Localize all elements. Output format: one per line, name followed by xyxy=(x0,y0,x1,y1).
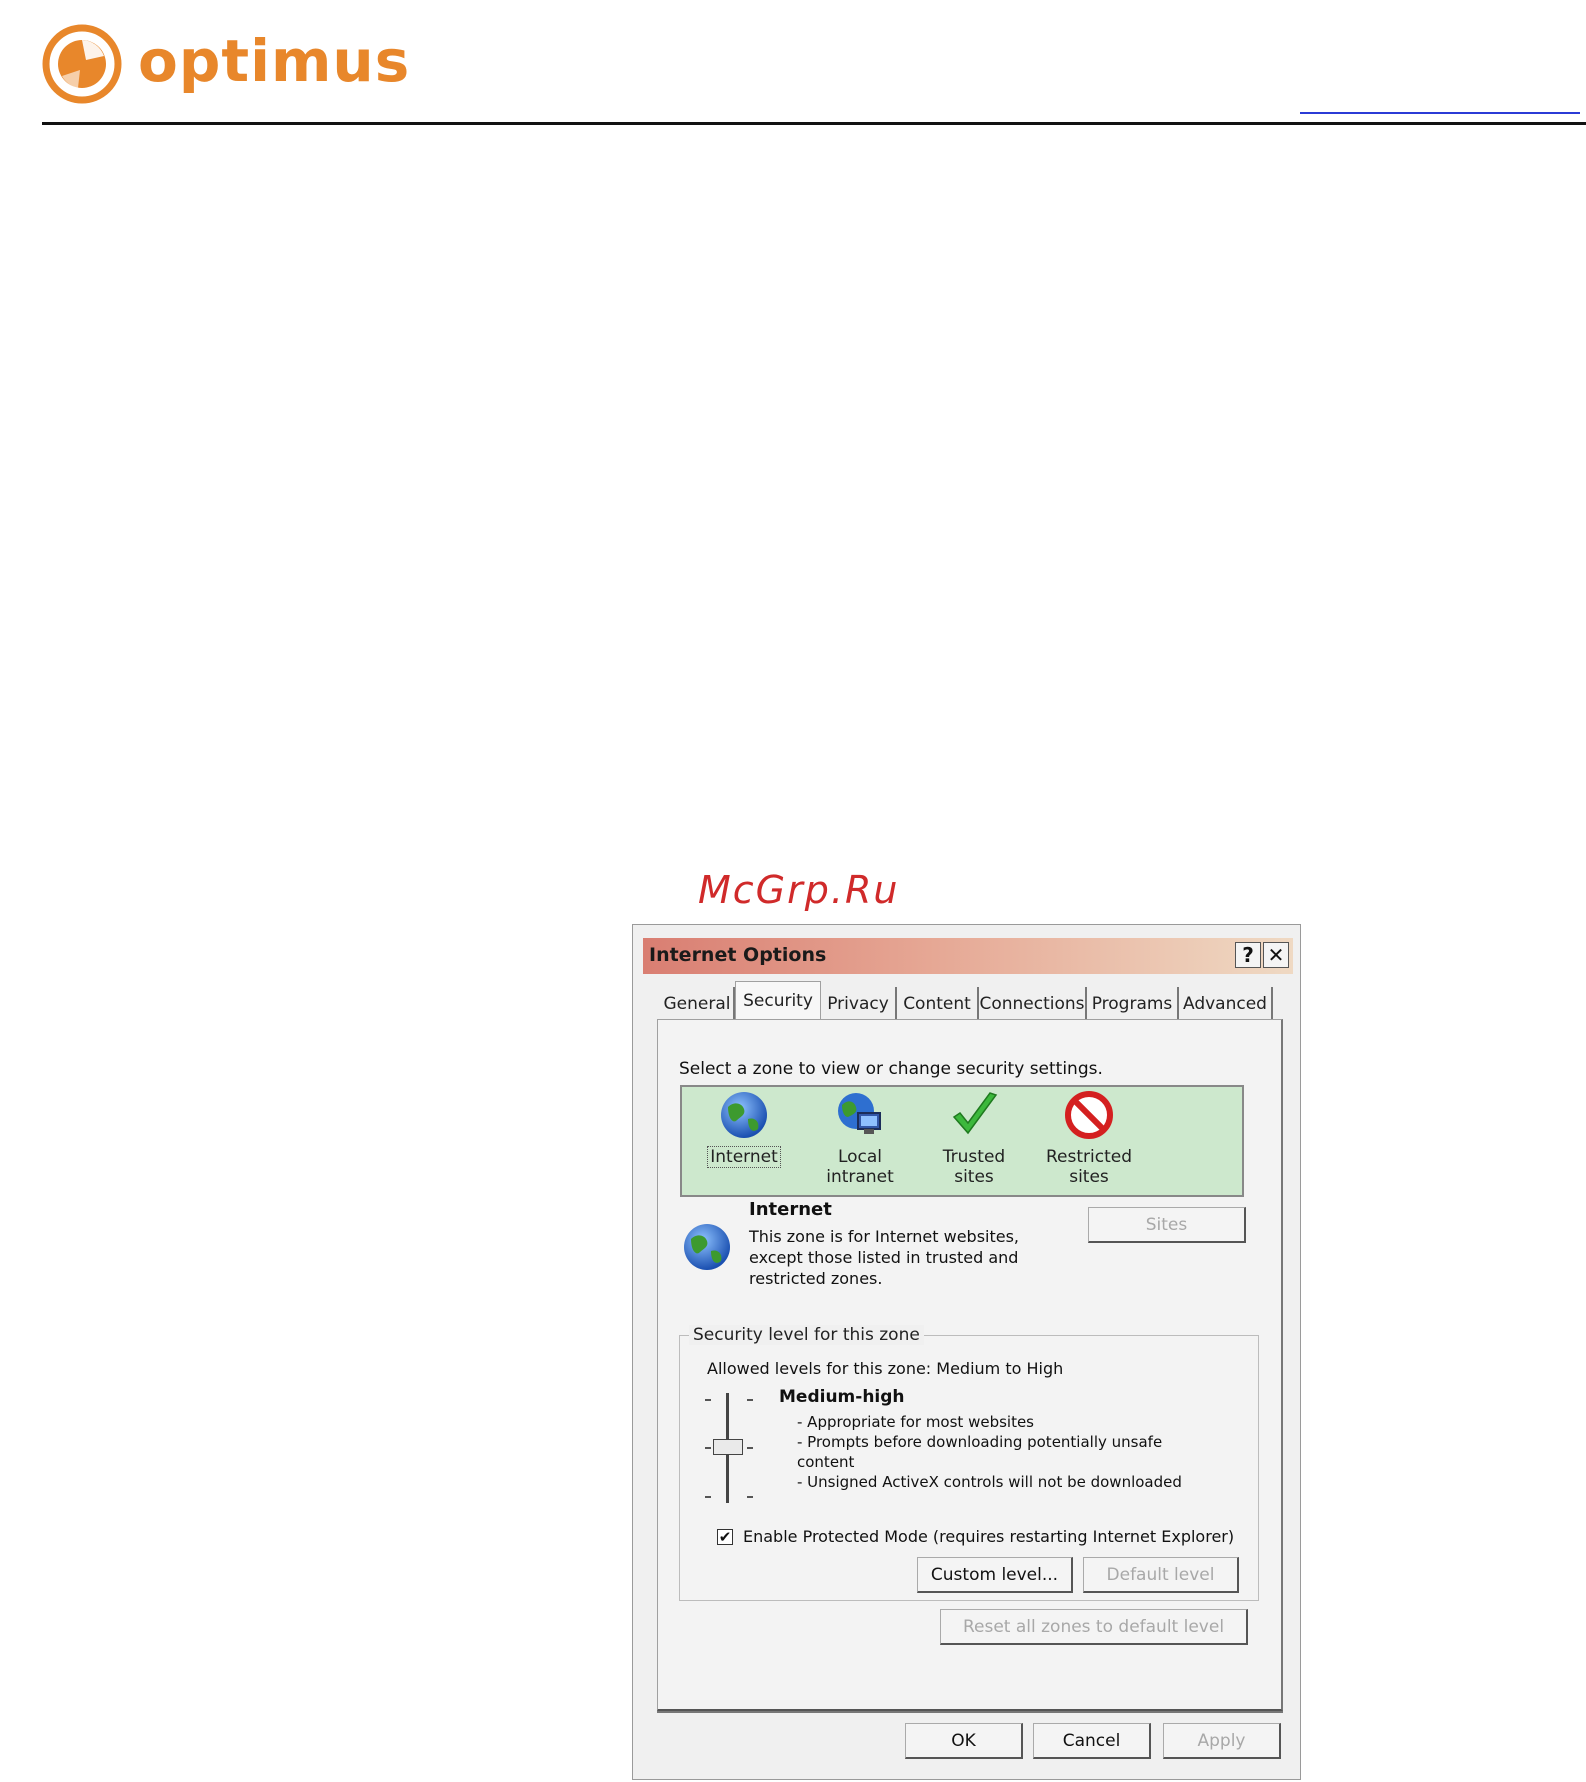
tab-security[interactable]: Security xyxy=(735,981,821,1020)
tab-general[interactable]: General xyxy=(661,987,735,1019)
reset-all-zones-button[interactable]: Reset all zones to default level xyxy=(940,1609,1248,1645)
zone-internet[interactable]: Internet xyxy=(704,1089,784,1168)
sites-button[interactable]: Sites xyxy=(1088,1207,1246,1243)
tab-advanced[interactable]: Advanced xyxy=(1179,987,1273,1019)
optimus-logo-icon xyxy=(42,24,122,104)
tab-programs[interactable]: Programs xyxy=(1087,987,1179,1019)
close-button[interactable]: ✕ xyxy=(1263,942,1289,968)
help-button[interactable]: ? xyxy=(1235,942,1261,968)
internet-options-dialog: Internet Options ? ✕ General Security Pr… xyxy=(632,924,1301,1780)
tab-privacy[interactable]: Privacy xyxy=(821,987,897,1019)
security-slider-thumb[interactable] xyxy=(713,1439,743,1455)
dialog-titlebar[interactable]: Internet Options ? ✕ xyxy=(643,938,1293,974)
selected-zone-desc-2: except those listed in trusted and xyxy=(749,1248,1019,1267)
zone-list: Internet Local intranet Trusted sites Re… xyxy=(680,1085,1244,1197)
protected-mode-checkbox[interactable]: ✔ xyxy=(717,1529,733,1545)
level-desc-1: - Appropriate for most websites xyxy=(797,1413,1034,1431)
level-name: Medium-high xyxy=(779,1387,905,1407)
page-header: optimus xyxy=(0,0,1586,130)
watermark: McGrp.Ru xyxy=(698,868,900,912)
globe-icon xyxy=(721,1092,767,1138)
zone-restricted-sites-label: Restricted xyxy=(1046,1147,1133,1167)
zone-prompt: Select a zone to view or change security… xyxy=(679,1059,1103,1079)
zone-local-intranet[interactable]: Local intranet xyxy=(804,1089,916,1187)
security-level-legend: Security level for this zone xyxy=(689,1325,924,1345)
ok-button[interactable]: OK xyxy=(905,1723,1023,1759)
zone-trusted-sites-label: Trusted sites xyxy=(942,1147,1006,1187)
zone-restricted-sites[interactable]: Restricted sites xyxy=(1046,1089,1132,1187)
slider-tick xyxy=(747,1399,753,1401)
slider-tick xyxy=(747,1496,753,1498)
apply-button[interactable]: Apply xyxy=(1163,1723,1281,1759)
checkmark-icon xyxy=(952,1092,998,1135)
selected-zone-desc-3: restricted zones. xyxy=(749,1269,883,1288)
level-desc-2: - Prompts before downloading potentially… xyxy=(797,1433,1163,1451)
selected-zone-desc-1: This zone is for Internet websites, xyxy=(749,1227,1020,1246)
selected-zone-name: Internet xyxy=(749,1199,832,1220)
zone-local-intranet-label: Local intranet xyxy=(826,1147,894,1187)
slider-tick xyxy=(705,1447,711,1449)
footer-separator xyxy=(657,1711,1283,1713)
intranet-icon xyxy=(838,1093,881,1134)
slider-tick xyxy=(705,1496,711,1498)
tab-content[interactable]: Content xyxy=(897,987,979,1019)
selected-zone-globe-icon xyxy=(684,1224,730,1270)
level-desc-4: - Unsigned ActiveX controls will not be … xyxy=(797,1473,1182,1491)
zone-trusted-sites[interactable]: Trusted sites xyxy=(922,1089,1026,1187)
slider-tick xyxy=(747,1447,753,1449)
level-desc-3: content xyxy=(797,1453,855,1471)
prohibited-icon xyxy=(1065,1091,1113,1139)
brand-name: optimus xyxy=(138,27,411,95)
header-divider xyxy=(42,122,1586,125)
custom-level-button[interactable]: Custom level... xyxy=(917,1557,1073,1593)
dialog-title: Internet Options xyxy=(649,944,827,966)
header-link-underline xyxy=(1300,112,1580,114)
zone-internet-label: Internet xyxy=(707,1146,781,1168)
default-level-button[interactable]: Default level xyxy=(1083,1557,1239,1593)
tab-connections[interactable]: Connections xyxy=(979,987,1087,1019)
protected-mode-label: Enable Protected Mode (requires restarti… xyxy=(743,1527,1235,1546)
allowed-levels-text: Allowed levels for this zone: Medium to … xyxy=(707,1359,1064,1378)
cancel-button[interactable]: Cancel xyxy=(1033,1723,1151,1759)
zone-restricted-sites-label-2: sites xyxy=(1069,1167,1109,1187)
slider-tick xyxy=(705,1399,711,1401)
